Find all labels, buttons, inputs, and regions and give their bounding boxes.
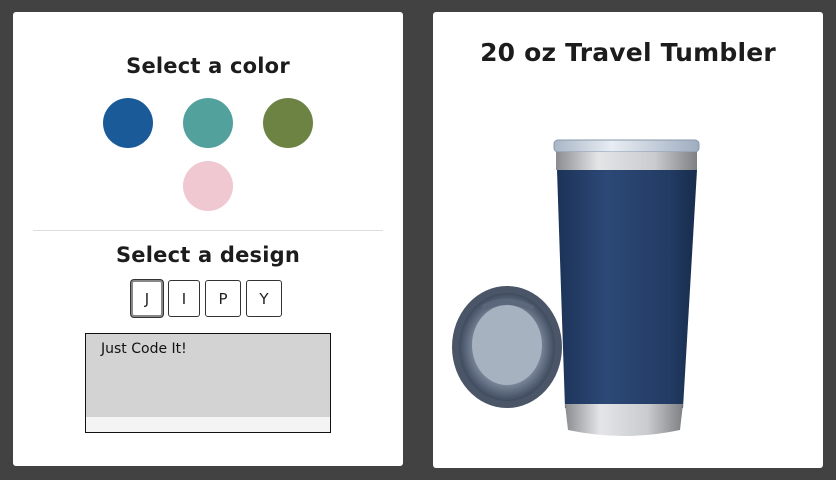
design-button-y[interactable]: Y [246, 280, 282, 317]
design-button-p[interactable]: P [205, 280, 241, 317]
product-panel: 20 oz Travel Tumbler [433, 12, 823, 468]
design-options: J I P Y [131, 280, 282, 317]
design-button-j[interactable]: J [131, 280, 163, 317]
section-divider [33, 230, 383, 231]
color-swatch-pink[interactable] [183, 161, 233, 211]
tumbler-image [452, 139, 700, 436]
customizer-panel: Select a color Select a design J I P Y J… [13, 12, 403, 466]
design-button-i[interactable]: I [168, 280, 200, 317]
loose-lid [452, 286, 562, 408]
design-heading: Select a design [115, 243, 301, 267]
color-heading: Select a color [126, 54, 290, 78]
color-swatch-blue[interactable] [103, 98, 153, 148]
color-swatch-olive[interactable] [263, 98, 313, 148]
color-swatch-teal[interactable] [183, 98, 233, 148]
design-text-input[interactable]: Just Code It! [86, 334, 330, 417]
design-text-box[interactable]: Just Code It! [85, 333, 331, 433]
